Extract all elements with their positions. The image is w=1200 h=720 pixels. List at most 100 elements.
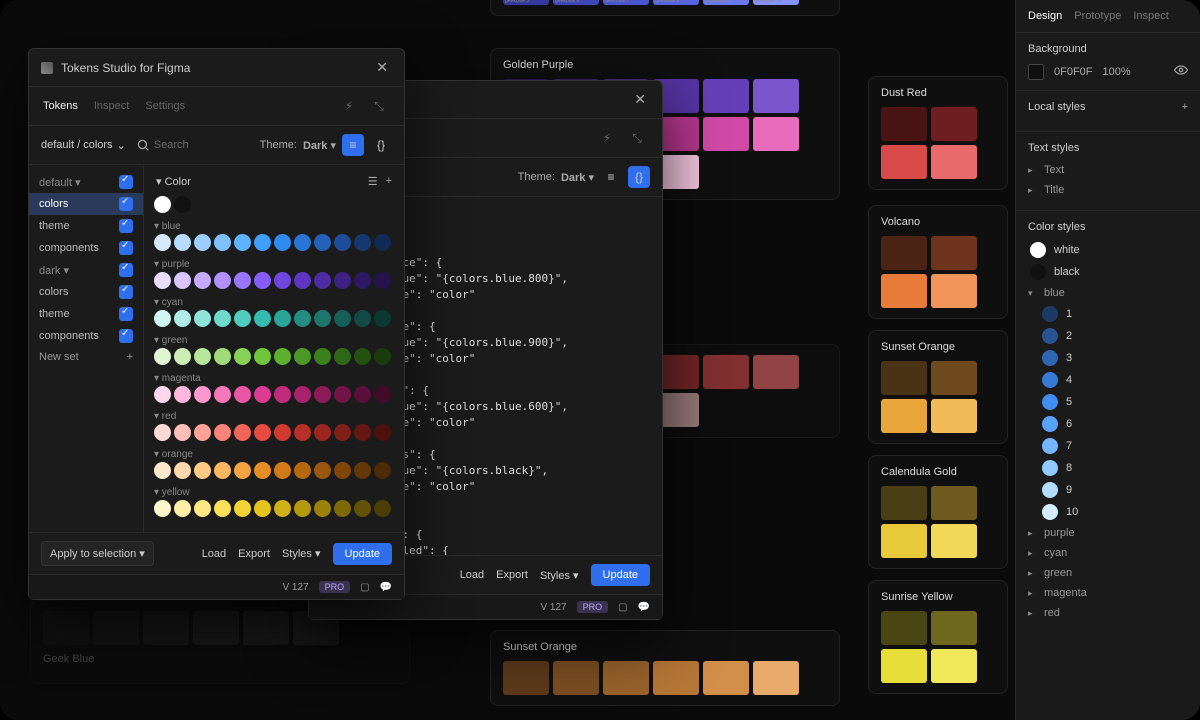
- color-swatch[interactable]: [314, 310, 331, 327]
- color-group-red[interactable]: ▾ red: [154, 407, 394, 424]
- color-swatch[interactable]: [374, 272, 391, 289]
- list-mode-icon[interactable]: ☰: [368, 175, 378, 188]
- color-swatch[interactable]: [294, 348, 311, 365]
- style-blue-1[interactable]: 1: [1042, 303, 1188, 325]
- color-swatch[interactable]: [154, 462, 171, 479]
- color-swatch[interactable]: [274, 310, 291, 327]
- color-swatch[interactable]: [174, 500, 191, 517]
- chat-icon[interactable]: 💬: [380, 582, 392, 593]
- color-swatch[interactable]: [374, 348, 391, 365]
- color-group-purple[interactable]: ▾ purple: [154, 255, 394, 272]
- color-swatch[interactable]: [314, 234, 331, 251]
- set-group-dark[interactable]: dark ▾: [29, 259, 143, 281]
- style-black[interactable]: black: [1030, 261, 1188, 283]
- color-swatch[interactable]: [274, 500, 291, 517]
- color-swatch[interactable]: [294, 234, 311, 251]
- color-swatch[interactable]: [354, 348, 371, 365]
- color-swatch[interactable]: [274, 424, 291, 441]
- color-swatch[interactable]: [174, 272, 191, 289]
- color-swatch[interactable]: [334, 462, 351, 479]
- tab-inspect[interactable]: Inspect: [1133, 10, 1168, 22]
- color-swatch[interactable]: [214, 310, 231, 327]
- color-swatch[interactable]: [254, 272, 271, 289]
- color-swatch[interactable]: [254, 462, 271, 479]
- color-swatch[interactable]: [274, 386, 291, 403]
- text-style-title[interactable]: Title: [1028, 180, 1188, 200]
- color-swatch[interactable]: [314, 272, 331, 289]
- style-blue-5[interactable]: 5: [1042, 391, 1188, 413]
- color-swatch[interactable]: [334, 234, 351, 251]
- color-swatch[interactable]: [154, 234, 171, 251]
- color-swatch[interactable]: [274, 348, 291, 365]
- color-swatch[interactable]: [254, 234, 271, 251]
- theme-selector[interactable]: Dark ▾: [303, 139, 336, 152]
- color-swatch[interactable]: [374, 310, 391, 327]
- color-swatch[interactable]: [234, 500, 251, 517]
- styles-button[interactable]: Styles ▾: [540, 569, 579, 582]
- color-swatch[interactable]: [194, 310, 211, 327]
- breadcrumb[interactable]: default / colors ⌄: [41, 139, 126, 152]
- color-swatch[interactable]: [254, 386, 271, 403]
- color-swatch[interactable]: [174, 386, 191, 403]
- style-blue-7[interactable]: 7: [1042, 435, 1188, 457]
- wintab-settings[interactable]: Settings: [145, 100, 185, 112]
- color-swatch[interactable]: [374, 500, 391, 517]
- color-swatch[interactable]: [214, 386, 231, 403]
- tab-design[interactable]: Design: [1028, 10, 1062, 22]
- color-swatch[interactable]: [174, 234, 191, 251]
- bg-hex[interactable]: 0F0F0F: [1054, 66, 1093, 78]
- text-style-text[interactable]: Text: [1028, 160, 1188, 180]
- style-blue-10[interactable]: 10: [1042, 501, 1188, 523]
- color-swatch[interactable]: [214, 424, 231, 441]
- color-swatch[interactable]: [274, 462, 291, 479]
- close-icon[interactable]: ✕: [372, 57, 392, 78]
- color-swatch[interactable]: [174, 424, 191, 441]
- color-swatch[interactable]: [214, 272, 231, 289]
- color-swatch[interactable]: [154, 272, 171, 289]
- color-swatch[interactable]: [334, 500, 351, 517]
- wintab-inspect[interactable]: Inspect: [94, 100, 129, 112]
- style-blue-8[interactable]: 8: [1042, 457, 1188, 479]
- color-swatch[interactable]: [254, 500, 271, 517]
- color-swatch[interactable]: [334, 386, 351, 403]
- color-swatch[interactable]: [254, 310, 271, 327]
- tokens-studio-window-list[interactable]: Tokens Studio for Figma ✕ Tokens Inspect…: [28, 48, 405, 600]
- color-swatch[interactable]: [274, 272, 291, 289]
- color-swatch[interactable]: [234, 348, 251, 365]
- color-swatch[interactable]: [154, 386, 171, 403]
- load-button[interactable]: Load: [460, 569, 484, 581]
- set-colors-dark[interactable]: colors: [29, 281, 143, 303]
- color-swatch[interactable]: [174, 196, 191, 213]
- color-swatch[interactable]: [294, 386, 311, 403]
- color-swatch[interactable]: [174, 348, 191, 365]
- update-button[interactable]: Update: [591, 564, 650, 586]
- color-swatch[interactable]: [194, 424, 211, 441]
- style-blue-2[interactable]: 2: [1042, 325, 1188, 347]
- checkbox-icon[interactable]: [119, 175, 133, 189]
- color-swatch[interactable]: [274, 234, 291, 251]
- color-swatch[interactable]: [354, 424, 371, 441]
- color-group-red[interactable]: red: [1028, 603, 1188, 623]
- export-button[interactable]: Export: [496, 569, 528, 581]
- wintab-tokens[interactable]: Tokens: [43, 100, 78, 112]
- color-swatch[interactable]: [354, 310, 371, 327]
- update-button[interactable]: Update: [333, 543, 392, 565]
- color-group-cyan[interactable]: cyan: [1028, 543, 1188, 563]
- color-swatch[interactable]: [254, 348, 271, 365]
- color-group-yellow[interactable]: ▾ yellow: [154, 483, 394, 500]
- color-swatch[interactable]: [194, 348, 211, 365]
- color-swatch[interactable]: [374, 424, 391, 441]
- chat-icon[interactable]: 💬: [638, 602, 650, 613]
- color-group-magenta[interactable]: magenta: [1028, 583, 1188, 603]
- color-group-blue[interactable]: blue: [1028, 283, 1188, 303]
- add-token-button[interactable]: +: [386, 175, 392, 188]
- collapse-icon[interactable]: ⤡: [368, 95, 390, 117]
- color-group-green[interactable]: green: [1028, 563, 1188, 583]
- color-group-blue[interactable]: ▾ blue: [154, 217, 394, 234]
- color-swatch[interactable]: [374, 234, 391, 251]
- color-swatch[interactable]: [154, 310, 171, 327]
- color-swatch[interactable]: [294, 310, 311, 327]
- color-swatch[interactable]: [314, 500, 331, 517]
- color-swatch[interactable]: [334, 424, 351, 441]
- color-group-green[interactable]: ▾ green: [154, 331, 394, 348]
